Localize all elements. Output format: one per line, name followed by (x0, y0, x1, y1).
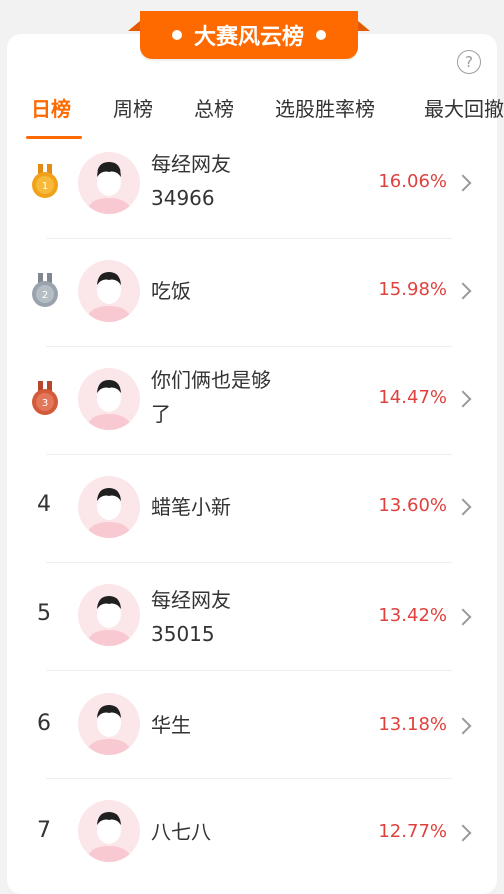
username-line-1: 华生 (151, 713, 191, 737)
rank-number: 7 (37, 818, 51, 843)
avatar (78, 800, 140, 862)
avatar (78, 260, 140, 322)
chevron-right-icon (454, 390, 472, 408)
chevron-right-icon (454, 717, 472, 735)
tab-overall[interactable]: 总榜 (194, 92, 234, 126)
avatar (78, 476, 140, 538)
chevron-right-icon (454, 282, 472, 300)
rank-number: 5 (37, 601, 51, 626)
return-percentage: 13.42% (378, 605, 447, 626)
avatar (78, 152, 140, 214)
svg-text:3: 3 (42, 398, 48, 409)
username: 你们俩也是够 了 (151, 363, 321, 431)
avatar (78, 693, 140, 755)
avatar (78, 584, 140, 646)
chevron-right-icon (454, 608, 472, 626)
username-line-1: 八七八 (151, 820, 211, 844)
return-percentage: 16.06% (378, 171, 447, 192)
banner-ribbon-right (358, 11, 370, 31)
username: 华生 (151, 708, 321, 742)
leaderboard-banner: 大赛风云榜 (140, 11, 358, 59)
return-percentage: 13.60% (378, 495, 447, 516)
list-item[interactable]: 5 每经网友 35015 13.42% (0, 563, 504, 671)
username-line-2: 了 (151, 402, 171, 426)
chevron-right-icon (454, 498, 472, 516)
list-item[interactable]: 7 八七八 12.77% (0, 779, 504, 879)
default-avatar-icon (86, 272, 132, 322)
tab-win-rate[interactable]: 选股胜率榜 (275, 92, 375, 126)
svg-text:1: 1 (42, 181, 48, 192)
return-percentage: 15.98% (378, 279, 447, 300)
username: 蜡笔小新 (151, 490, 321, 524)
banner-dot-left (171, 30, 182, 40)
rank-number: 6 (37, 711, 51, 736)
gold-medal-icon: 1 (32, 164, 58, 198)
list-item[interactable]: 2 吃饭 15.98% (0, 239, 504, 347)
bronze-medal-icon: 3 (32, 381, 58, 415)
username-line-1: 每经网友 (151, 152, 231, 176)
chevron-right-icon (454, 174, 472, 192)
tab-max-drawdown[interactable]: 最大回撤 (424, 92, 504, 126)
banner-title: 大赛风云榜 (193, 25, 304, 50)
username: 八七八 (151, 815, 321, 849)
return-percentage: 13.18% (378, 714, 447, 735)
silver-medal-icon: 2 (32, 273, 58, 307)
username-line-1: 每经网友 (151, 588, 231, 612)
username-line-1: 你们俩也是够 (151, 368, 271, 392)
banner-dot-right (316, 30, 326, 40)
help-icon[interactable]: ? (457, 50, 481, 74)
default-avatar-icon (86, 812, 132, 862)
chevron-right-icon (454, 824, 472, 842)
username: 吃饭 (151, 274, 321, 308)
ranking-tabs: 日榜 周榜 总榜 选股胜率榜 最大回撤 (0, 92, 504, 132)
username-line-1: 吃饭 (151, 279, 191, 303)
tab-weekly[interactable]: 周榜 (113, 92, 153, 126)
username-line-2: 34966 (151, 186, 215, 210)
avatar (78, 368, 140, 430)
tab-daily[interactable]: 日榜 (31, 92, 71, 126)
banner-ribbon-left (128, 11, 140, 31)
default-avatar-icon (86, 596, 132, 646)
list-item[interactable]: 4 蜡笔小新 13.60% (0, 455, 504, 563)
svg-text:2: 2 (42, 290, 48, 301)
list-item[interactable]: 3 你们俩也是够 了 14.47% (0, 347, 504, 455)
default-avatar-icon (86, 380, 132, 430)
list-item[interactable]: 6 华生 13.18% (0, 671, 504, 779)
default-avatar-icon (86, 705, 132, 755)
return-percentage: 12.77% (378, 821, 447, 842)
rank-number: 4 (37, 492, 51, 517)
username: 每经网友 34966 (151, 147, 321, 215)
username-line-2: 35015 (151, 622, 215, 646)
return-percentage: 14.47% (378, 387, 447, 408)
username: 每经网友 35015 (151, 583, 321, 651)
username-line-1: 蜡笔小新 (151, 495, 231, 519)
default-avatar-icon (86, 162, 132, 214)
default-avatar-icon (86, 488, 132, 538)
list-item[interactable]: 1 每经网友 34966 16.06% (0, 131, 504, 239)
